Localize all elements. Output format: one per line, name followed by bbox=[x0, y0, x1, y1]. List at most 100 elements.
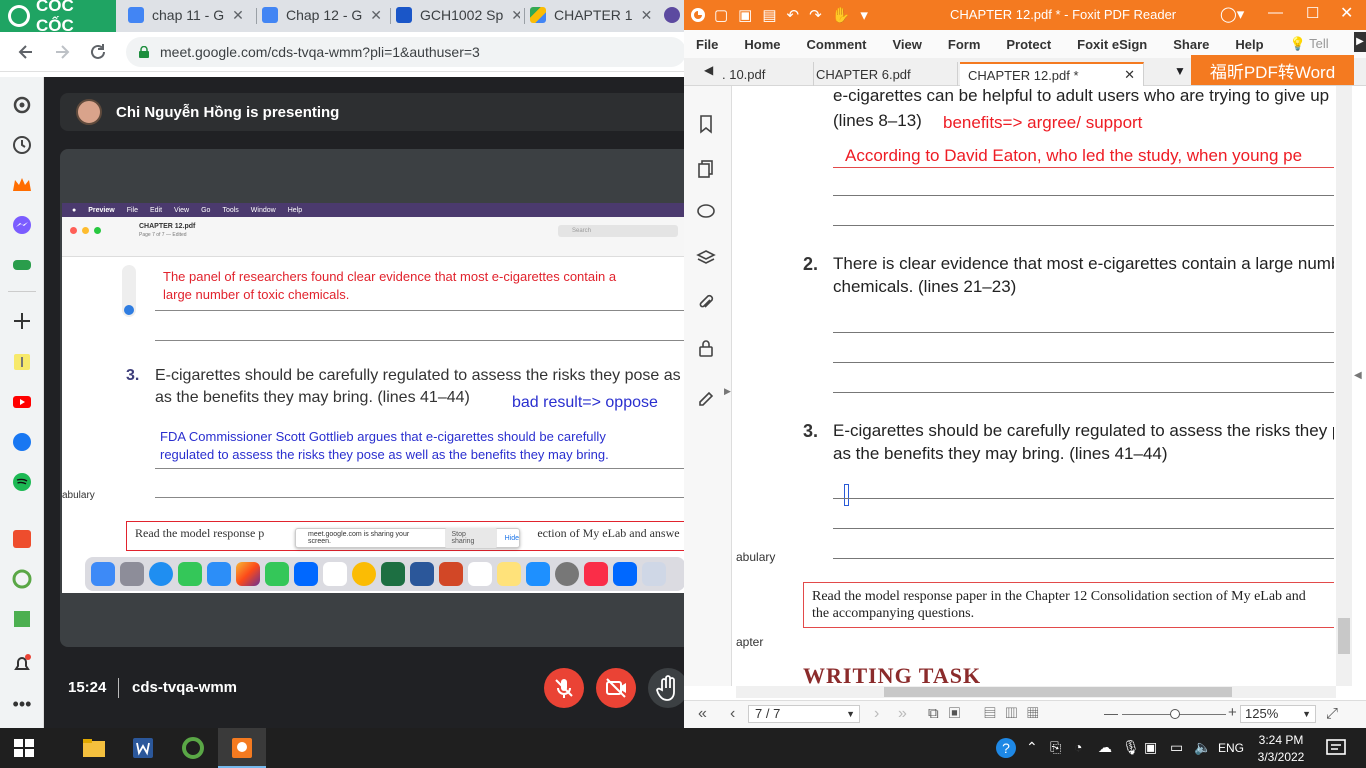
note-icon[interactable] bbox=[11, 351, 33, 373]
address-bar[interactable]: meet.google.com/cds-tvqa-wmm?pli=1&authu… bbox=[126, 37, 684, 67]
coccoc-app-icon[interactable] bbox=[11, 568, 33, 590]
coccoc-taskbar-icon[interactable] bbox=[181, 736, 205, 760]
zoom-in-icon[interactable]: + bbox=[1228, 704, 1237, 721]
browser-tab[interactable]: CHAPTER 1 ✕ bbox=[530, 0, 654, 30]
crown-icon[interactable] bbox=[11, 174, 33, 196]
bookmark-icon[interactable] bbox=[696, 114, 716, 134]
panel-expand-icon[interactable]: ▶ bbox=[724, 386, 731, 397]
add-icon[interactable] bbox=[11, 310, 33, 332]
previous-page-icon[interactable]: ‹ bbox=[730, 705, 735, 723]
browser-tab[interactable]: chap 11 - G ✕ bbox=[128, 0, 253, 30]
menu-file[interactable]: File bbox=[696, 37, 718, 52]
tell-me-search[interactable]: 💡 Tell bbox=[1290, 36, 1355, 52]
maximize-icon[interactable]: ☐ bbox=[1306, 4, 1319, 22]
browser-tab[interactable]: GCH1002 Sp ✕ bbox=[396, 0, 520, 30]
volume-icon[interactable]: 🔈 bbox=[1194, 739, 1211, 756]
minimize-icon[interactable]: — bbox=[1268, 4, 1283, 21]
screen-share-icon[interactable]: ▣ bbox=[1144, 739, 1157, 756]
text-cursor[interactable] bbox=[844, 484, 849, 506]
facebook-icon[interactable] bbox=[11, 431, 33, 453]
file-explorer-icon[interactable] bbox=[82, 736, 106, 760]
doc-tab[interactable]: CHAPTER 6.pdf bbox=[808, 62, 958, 86]
tab-list-icon[interactable]: ▼ bbox=[1174, 64, 1186, 78]
stop-sharing-button[interactable]: Stop sharing bbox=[445, 528, 497, 548]
tab-close-icon[interactable]: ✕ bbox=[511, 7, 520, 24]
doc-tab-active[interactable]: CHAPTER 12.pdf * ✕ bbox=[960, 62, 1144, 86]
zoom-level-field[interactable]: 125% ▼ bbox=[1240, 705, 1316, 723]
tab-label: chap 11 - G bbox=[152, 7, 225, 23]
menu-esign[interactable]: Foxit eSign bbox=[1077, 37, 1147, 52]
menu-view[interactable]: View bbox=[892, 37, 921, 52]
more-icon[interactable]: ••• bbox=[11, 694, 33, 716]
layers-icon[interactable] bbox=[696, 248, 716, 268]
raise-hand-button[interactable] bbox=[648, 668, 684, 708]
next-page-icon[interactable]: › bbox=[874, 705, 879, 723]
security-lock-icon[interactable] bbox=[696, 338, 716, 358]
messenger-icon[interactable] bbox=[11, 214, 33, 236]
clock-time[interactable]: 3:24 PM bbox=[1258, 733, 1304, 747]
page-display-icons[interactable]: ⧉▣ ▤▥▦ bbox=[928, 705, 1049, 722]
tab-close-icon[interactable]: ✕ bbox=[232, 7, 244, 24]
tab-close-icon[interactable]: ✕ bbox=[641, 7, 653, 24]
tabs-scroll-left-icon[interactable]: ◀ bbox=[704, 63, 713, 77]
settings-icon[interactable] bbox=[11, 94, 33, 116]
tab-close-icon[interactable]: ✕ bbox=[370, 7, 382, 24]
page-number-field[interactable]: 7 / 7 ▼ bbox=[748, 705, 860, 723]
youtube-icon[interactable] bbox=[11, 391, 33, 413]
shopping-icon[interactable] bbox=[11, 528, 33, 550]
right-panel-expand-icon[interactable]: ◀ bbox=[1354, 370, 1362, 381]
coccoc-brand-button[interactable]: CỐC CỐC bbox=[0, 0, 116, 35]
close-icon[interactable]: ✕ bbox=[1340, 3, 1353, 23]
help-icon[interactable]: ? bbox=[994, 736, 1018, 760]
attachment-icon[interactable] bbox=[696, 293, 716, 313]
battery-icon[interactable]: ▭ bbox=[1170, 739, 1183, 756]
browser-tab[interactable]: Chap 12 - G ✕ bbox=[262, 0, 387, 30]
lock-icon[interactable] bbox=[138, 46, 150, 58]
vertical-scrollbar[interactable] bbox=[1336, 86, 1352, 686]
clock-date[interactable]: 3/3/2022 bbox=[1256, 750, 1306, 764]
menu-protect[interactable]: Protect bbox=[1006, 37, 1051, 52]
cloud-icon[interactable]: ☁ bbox=[1098, 739, 1112, 756]
spotify-icon[interactable] bbox=[11, 471, 33, 493]
ribbon-scroll-right-icon[interactable]: ▶ bbox=[1354, 32, 1366, 52]
language-indicator[interactable]: ENG bbox=[1218, 741, 1244, 755]
tray-expand-icon[interactable]: ⌃ bbox=[1026, 739, 1038, 756]
reload-icon[interactable] bbox=[88, 42, 108, 62]
last-page-icon[interactable]: » bbox=[898, 705, 907, 723]
fullscreen-icon[interactable]: ⤢ bbox=[1326, 705, 1338, 722]
doc-tab[interactable]: . 10.pdf bbox=[714, 62, 814, 86]
zoom-slider-thumb[interactable] bbox=[1170, 709, 1180, 719]
tab-close-icon[interactable]: ✕ bbox=[1124, 67, 1135, 83]
menu-form[interactable]: Form bbox=[948, 37, 981, 52]
notification-bell-icon[interactable] bbox=[11, 653, 33, 675]
history-icon[interactable] bbox=[11, 134, 33, 156]
mic-off-button[interactable] bbox=[544, 668, 584, 708]
calculator-icon[interactable] bbox=[11, 608, 33, 630]
account-icon[interactable]: ◯▾ bbox=[1220, 5, 1244, 23]
pages-icon[interactable] bbox=[696, 158, 716, 178]
convert-to-word-button[interactable]: 福昕PDF转Word bbox=[1191, 55, 1354, 85]
horizontal-scrollbar[interactable] bbox=[736, 686, 1336, 698]
first-page-icon[interactable]: « bbox=[698, 705, 707, 723]
comments-icon[interactable] bbox=[696, 202, 716, 222]
menu-home[interactable]: Home bbox=[744, 37, 780, 52]
browser-tab[interactable] bbox=[664, 0, 684, 30]
hide-button[interactable]: Hide bbox=[505, 535, 519, 542]
signature-icon[interactable] bbox=[696, 386, 716, 406]
menu-help[interactable]: Help bbox=[1235, 37, 1263, 52]
windows-start-icon[interactable] bbox=[12, 736, 36, 760]
camera-off-button[interactable] bbox=[596, 668, 636, 708]
word-taskbar-icon[interactable] bbox=[131, 736, 155, 760]
forward-icon[interactable] bbox=[52, 42, 72, 62]
game-icon[interactable] bbox=[11, 254, 33, 276]
wifi-icon[interactable]: ◔ bbox=[1074, 739, 1082, 755]
meet-now-icon[interactable]: ⎘ bbox=[1050, 739, 1061, 756]
notification-center-icon[interactable] bbox=[1324, 736, 1348, 760]
excel-icon bbox=[381, 562, 405, 586]
back-icon[interactable] bbox=[16, 42, 36, 62]
zoom-out-icon[interactable]: — bbox=[1104, 705, 1118, 721]
menu-share[interactable]: Share bbox=[1173, 37, 1209, 52]
quick-access-toolbar[interactable]: ▢▣▤↶↷✋▾ bbox=[714, 6, 878, 24]
menu-comment[interactable]: Comment bbox=[807, 37, 867, 52]
microphone-icon[interactable]: 🎙 bbox=[1122, 739, 1140, 756]
